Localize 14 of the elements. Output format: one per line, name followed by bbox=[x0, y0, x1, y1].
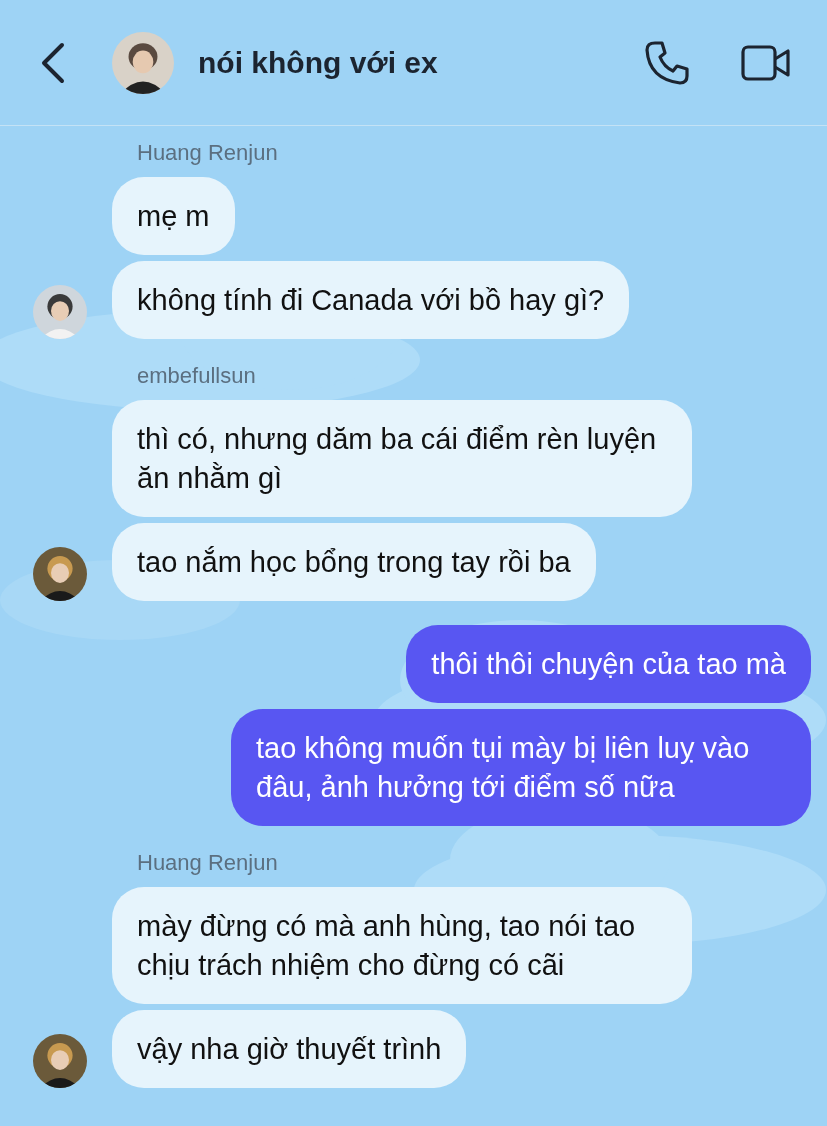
sender-name: Huang Renjun bbox=[137, 850, 279, 876]
received-message: mày đừng có mà anh hùng, tao nói tao chịu trách nhiệm cho đừng có cãi bbox=[112, 887, 692, 1004]
received-message: không tính đi Canada với bồ hay gì? bbox=[112, 261, 630, 339]
video-call-icon[interactable] bbox=[741, 42, 791, 83]
received-message: thì có, nhưng dăm ba cái điểm rèn luyện ăn nhằm gì bbox=[112, 400, 692, 517]
received-message: vậy nha giờ thuyết trình bbox=[112, 1010, 467, 1088]
sender-name: Huang Renjun bbox=[137, 140, 279, 166]
chat-title: nói không với ex bbox=[198, 45, 438, 80]
phone-icon[interactable] bbox=[643, 38, 691, 87]
received-message: tao nắm học bổng trong tay rồi ba bbox=[112, 523, 596, 601]
sender-name: embefullsun bbox=[137, 363, 257, 389]
received-message: mẹ m bbox=[112, 177, 235, 255]
sent-message: thôi thôi chuyện của tao mà bbox=[406, 625, 811, 703]
sent-message: tao không muốn tụi mày bị liên luỵ vào đâu, ảnh hưởng tới điểm số nữa bbox=[231, 709, 811, 826]
